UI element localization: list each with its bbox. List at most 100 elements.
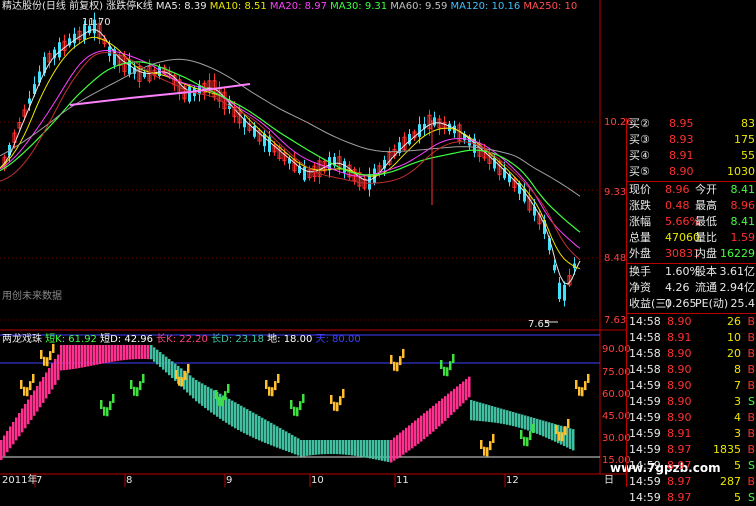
stat-label: 股本: [695, 265, 717, 278]
trade-side: S: [748, 395, 755, 408]
trade-price: 8.90: [667, 347, 692, 360]
trade-side: B: [747, 475, 755, 488]
trade-time: 14:58: [629, 331, 661, 344]
trade-row: 14:59 8.91 3 B: [627, 426, 756, 442]
trade-price: 8.90: [667, 395, 692, 408]
trade-row: 14:59 8.97 5 S: [627, 490, 756, 506]
stat-value: 25.4: [730, 297, 756, 310]
stat-label: 换手: [629, 265, 651, 278]
bid-label: 买⑤: [629, 165, 650, 178]
ma-legend-item: MA5: 8.39: [155, 1, 207, 12]
stat-label: PE(动): [695, 297, 729, 310]
bid-price: 8.90: [669, 165, 694, 178]
trade-time: 14:59: [629, 443, 661, 456]
bid-volume: 1030: [727, 165, 755, 178]
future-data-note: 用创未来数据: [2, 291, 62, 302]
indicator-title: 两龙戏珠: [2, 334, 42, 345]
bid-volume: 55: [741, 149, 755, 162]
trade-time: 14:59: [629, 411, 661, 424]
trade-volume: 26: [727, 315, 741, 328]
trade-price: 8.90: [667, 363, 692, 376]
ma-legend-item: MA120: 10.16: [447, 1, 521, 12]
trade-row: 14:59 8.90 7 B: [627, 378, 756, 394]
trade-price: 8.97: [667, 475, 692, 488]
date-tick: 11: [396, 475, 409, 486]
trade-time: 14:59: [629, 475, 661, 488]
trade-row: 14:59 8.97 5 S: [627, 458, 756, 474]
trade-row: 14:58 8.90 20 B: [627, 346, 756, 362]
stat-value: 8.41: [730, 215, 756, 228]
trade-time: 14:59: [629, 379, 661, 392]
date-tick: 9: [226, 475, 233, 486]
kline-chart[interactable]: [0, 0, 626, 487]
stat-label: 外盘: [629, 247, 651, 260]
trade-time: 14:58: [629, 347, 661, 360]
trade-row: 14:58 8.90 26 B: [627, 314, 756, 330]
trade-row: 14:58 8.91 10 B: [627, 330, 756, 346]
trade-volume: 3: [734, 395, 741, 408]
stat-value: 1.59: [730, 231, 756, 244]
stat-row: 换手 1.60% 股本 3.61亿: [627, 264, 756, 280]
trade-side: B: [747, 347, 755, 360]
bid-row: 买③ 8.93 175: [627, 132, 756, 148]
bid-label: 买③: [629, 133, 650, 146]
stat-value: 0.265: [665, 297, 697, 310]
bid-price: 8.93: [669, 133, 694, 146]
stat-value: 16229: [720, 247, 755, 260]
trade-volume: 8: [734, 363, 741, 376]
date-tick: 7: [36, 475, 43, 486]
stat-label: 现价: [629, 183, 651, 196]
stat-value: 8.41: [730, 183, 756, 196]
ma-legend-item: MA250: 10: [520, 1, 578, 12]
trade-time: 14:59: [629, 491, 661, 504]
trade-side: S: [748, 459, 755, 472]
trade-volume: 5: [734, 491, 741, 504]
stat-label: 最高: [695, 199, 717, 212]
trade-side: B: [747, 331, 755, 344]
date-tick: 日: [604, 475, 614, 486]
indicator-legend-item: 地: 18.00: [263, 334, 313, 345]
stat-label: 最低: [695, 215, 717, 228]
stat-row: 外盘 30831 内盘 16229: [627, 246, 756, 262]
indicator-legend-item: 短D: 42.96: [96, 334, 153, 345]
indicator-legend-item: 长K: 22.20: [152, 334, 208, 345]
trade-price: 8.91: [667, 427, 692, 440]
stat-label: 流通: [695, 281, 717, 294]
bid-label: 买②: [629, 117, 650, 130]
trade-price: 8.90: [667, 379, 692, 392]
stat-label: 量比: [695, 231, 717, 244]
trade-volume: 20: [727, 347, 741, 360]
trade-price: 8.90: [667, 315, 692, 328]
price-tick: 9.33: [604, 187, 627, 198]
bid-row: 买② 8.95 83: [627, 116, 756, 132]
stock-title: 精达股份(日线 前复权) 涨跌停K线: [2, 1, 153, 12]
stat-label: 涨幅: [629, 215, 651, 228]
stat-row: 总量 47060 量比 1.59: [627, 230, 756, 246]
indicator-legend-item: 天: 80.00: [312, 334, 361, 345]
trade-side: B: [747, 411, 755, 424]
stat-row: 涨跌 0.48 最高 8.96: [627, 198, 756, 214]
ma-legend-item: MA60: 9.59: [387, 1, 448, 12]
trade-volume: 3: [734, 427, 741, 440]
bid-volume: 83: [741, 117, 755, 130]
quote-panel: 买② 8.95 83 买③ 8.93 175 买④ 8.91 55 买⑤ 8.90 1030 现价 8.9…: [626, 116, 756, 504]
date-tick: 10: [311, 475, 324, 486]
trade-volume: 5: [734, 459, 741, 472]
trade-row: 14:59 8.97 287 B: [627, 474, 756, 490]
low-price-label: 7.65: [528, 319, 551, 330]
trade-side: S: [748, 491, 755, 504]
trade-price: 8.97: [667, 443, 692, 456]
trade-side: B: [747, 363, 755, 376]
trade-time: 14:58: [629, 315, 661, 328]
bid-label: 买④: [629, 149, 650, 162]
trade-time: 14:59: [629, 395, 661, 408]
trade-side: B: [747, 427, 755, 440]
kline-panel[interactable]: 精达股份(日线 前复权) 涨跌停K线 MA5: 8.39 MA10: 8.51 …: [0, 0, 721, 487]
stat-row: 收益(三) 0.265 PE(动) 25.4: [627, 296, 756, 312]
trade-row: 14:59 8.90 4 B: [627, 410, 756, 426]
trade-volume: 10: [727, 331, 741, 344]
trade-side: B: [747, 315, 755, 328]
ma-legend: MA5: 8.39 MA10: 8.51 MA20: 8.97 MA30: 9.…: [156, 1, 577, 12]
bid-price: 8.91: [669, 149, 694, 162]
trade-volume: 287: [720, 475, 741, 488]
